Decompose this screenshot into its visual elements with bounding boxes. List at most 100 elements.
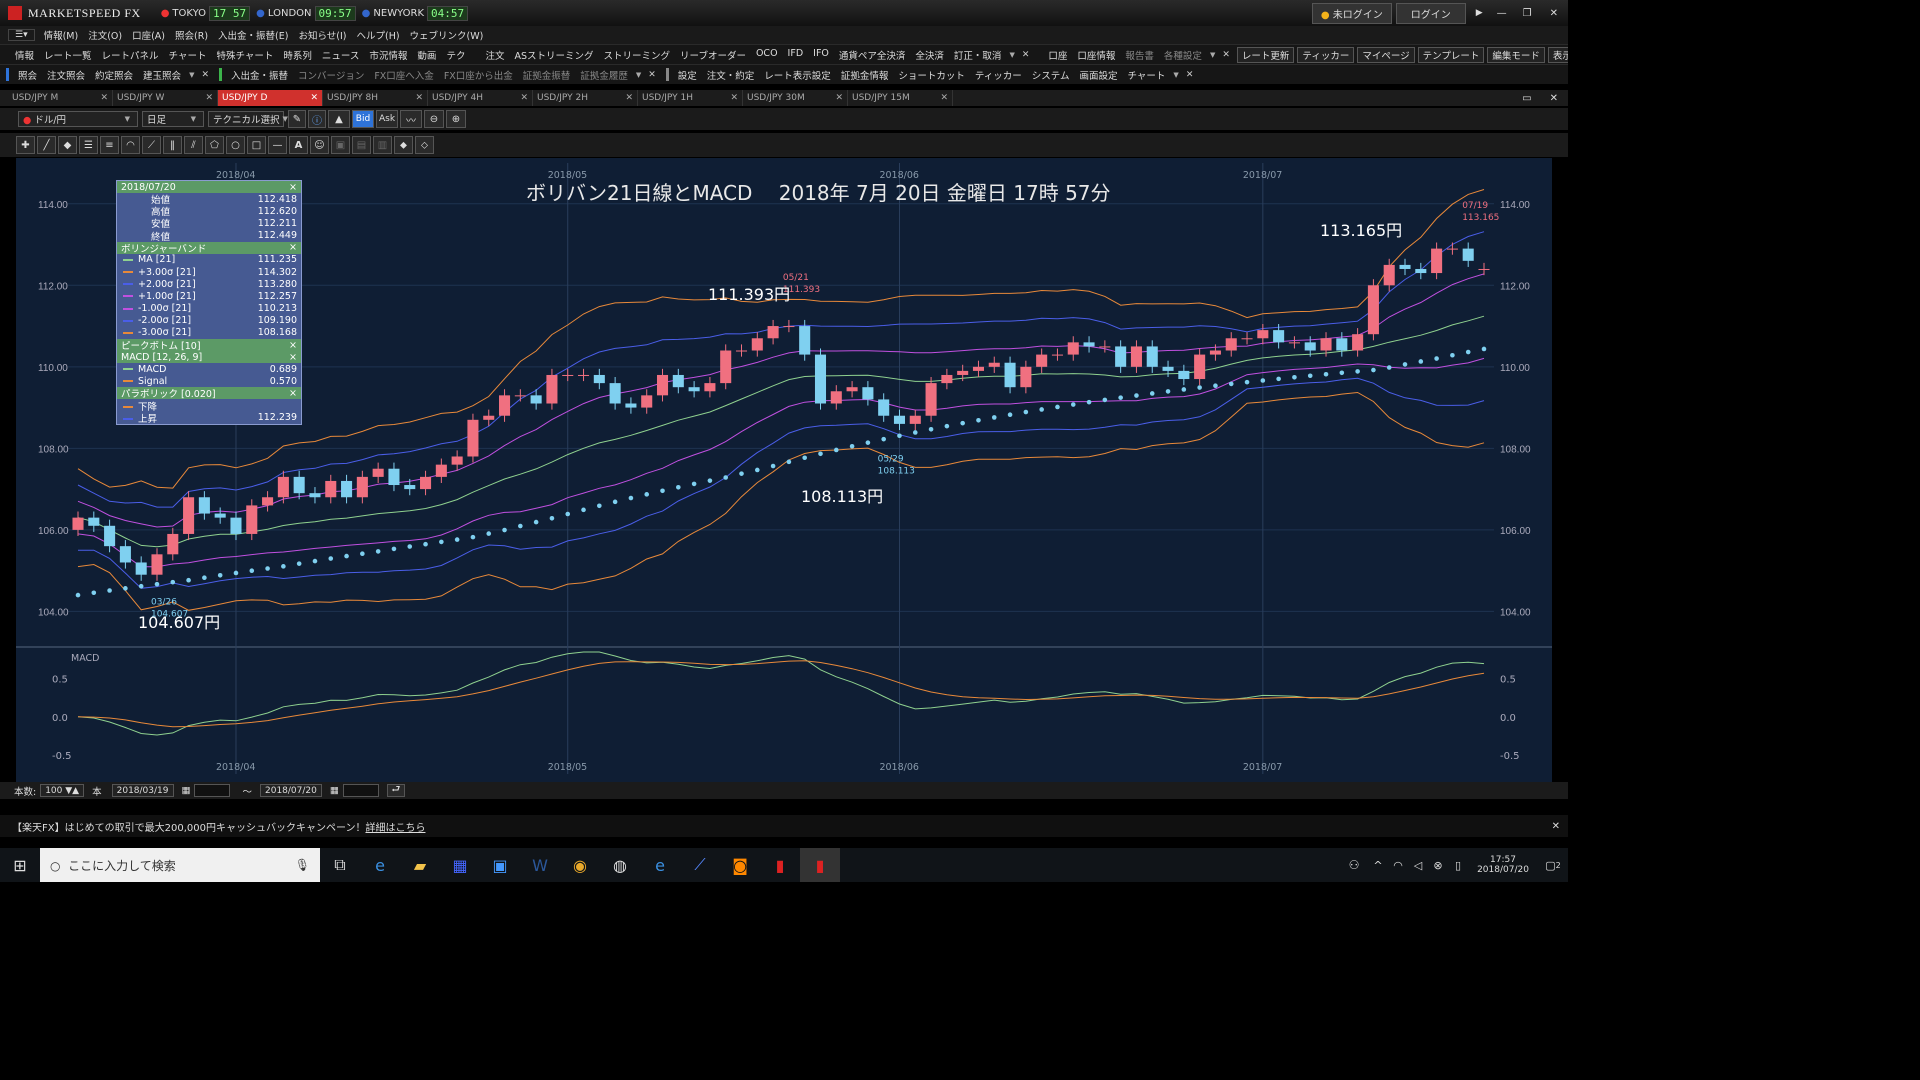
close-tab-icon[interactable]: ✕ [520, 93, 528, 103]
toolbar-item-toolbar2-settings-7[interactable]: 画面設定 [1075, 68, 1123, 82]
vertical-lines-icon[interactable]: ‖ [163, 136, 182, 154]
windows-start-icon[interactable]: ⊞ [0, 848, 40, 882]
pen-icon[interactable]: ✎ [288, 110, 306, 128]
tab-usd-jpy-15m-8[interactable]: USD/JPY 15M ✕ [848, 90, 953, 106]
count-select[interactable]: 100 ▼▲ [40, 784, 85, 797]
rectangle-icon[interactable]: □ [247, 136, 266, 154]
menu-item-5[interactable]: お知らせ(I) [293, 28, 351, 42]
copy-icon[interactable]: ▣ [331, 136, 350, 154]
paste-icon[interactable]: ▤ [352, 136, 371, 154]
menu-item-3[interactable]: 照会(R) [170, 28, 213, 42]
eraser2-icon[interactable]: ⬥ [394, 136, 413, 154]
line-style-icon[interactable]: 〰 [400, 110, 422, 128]
toolbar-item-toolbar1-order-2[interactable]: ストリーミング [599, 48, 676, 62]
menu-item-0[interactable]: 情報(M) [39, 28, 84, 42]
toolbar-item-toolbar2-settings-4[interactable]: ショートカット [893, 68, 970, 82]
clock[interactable]: 17:57 2018/07/20 [1468, 855, 1538, 875]
calendar-icon[interactable]: ▦ [182, 785, 191, 796]
circle-icon[interactable]: ○ [226, 136, 245, 154]
toolbar-item-toolbar2-transfer-0[interactable]: 入出金・振替 [226, 68, 293, 82]
close-peak-icon[interactable]: × [289, 340, 297, 351]
info-icon[interactable]: ⓘ [308, 110, 326, 128]
toolbar-item-toolbar1-info-6[interactable]: ニュース [317, 48, 365, 62]
toolbar-item-toolbar1-right-4[interactable]: 編集モード [1487, 46, 1545, 63]
menu-item-1[interactable]: 注文(O) [83, 28, 127, 42]
marketspeed-fx-icon[interactable]: ▮ [800, 848, 840, 882]
menu-item-6[interactable]: ヘルプ(H) [351, 28, 404, 42]
close-tab-icon[interactable]: ✕ [310, 93, 318, 103]
toolbar-item-toolbar2-settings-6[interactable]: システム [1027, 68, 1075, 82]
toolbar-item-toolbar1-info-4[interactable]: 特殊チャート [211, 48, 278, 62]
zoom-in-icon[interactable]: ⊕ [446, 110, 466, 128]
close-tab-icon[interactable]: ✕ [100, 93, 108, 103]
bid-button[interactable]: Bid [352, 110, 374, 128]
menu-item-4[interactable]: 入出金・振替(E) [213, 28, 293, 42]
menu-item-2[interactable]: 口座(A) [127, 28, 170, 42]
app-icon[interactable]: ◙ [720, 848, 760, 882]
volume-icon[interactable]: ◁ [1408, 848, 1428, 882]
close-tab-icon[interactable]: ✕ [835, 93, 843, 103]
tray-chevron-icon[interactable]: ^ [1368, 848, 1388, 882]
tab-usd-jpy-30m-7[interactable]: USD/JPY 30M ✕ [743, 90, 848, 106]
close-bb-icon[interactable]: × [289, 242, 297, 253]
crosshair-icon[interactable]: ✚ [16, 136, 35, 154]
hlines2-icon[interactable]: ≡ [100, 136, 119, 154]
pentagon-icon[interactable]: ⬠ [205, 136, 224, 154]
hamburger-icon[interactable]: ☰▾ [8, 29, 35, 41]
toolbar-item-toolbar1-account-1[interactable]: 口座情報 [1072, 48, 1120, 62]
trendline-icon[interactable]: ╱ [37, 136, 56, 154]
close-tab-icon[interactable]: ✕ [940, 93, 948, 103]
tab-usd-jpy-8h-3[interactable]: USD/JPY 8H ✕ [323, 90, 428, 106]
toolbar-item-toolbar1-order-3[interactable]: リーブオーダー [675, 48, 751, 62]
login-button[interactable]: ログイン [1395, 2, 1466, 24]
tab-usd-jpy-m-0[interactable]: USD/JPY M ✕ [8, 90, 113, 106]
horizontal-lines-icon[interactable]: ☰ [79, 136, 98, 154]
toolbar-item-toolbar1-account-0[interactable]: 口座 [1043, 48, 1072, 62]
toolbar-item-toolbar1-right-2[interactable]: マイページ [1357, 46, 1415, 63]
toolbar-item-toolbar1-right-0[interactable]: レート更新 [1236, 46, 1295, 63]
toolbar-item-toolbar1-info-1[interactable]: レート一覧 [39, 48, 97, 62]
toolbar-item-toolbar2-transfer-2[interactable]: FX口座へ入金 [369, 68, 438, 82]
toolbar-item-toolbar1-info-2[interactable]: レートパネル [97, 48, 164, 62]
tab-usd-jpy-d-2[interactable]: USD/JPY D ✕ [218, 90, 323, 106]
maximize-chart-button[interactable]: ▭ [1514, 93, 1539, 104]
toolbar-item-toolbar2-inquiry-1[interactable]: 注文照会 [42, 68, 90, 82]
minimize-button[interactable]: — [1489, 8, 1515, 19]
toolbar-item-toolbar1-info-8[interactable]: 動画 [412, 48, 441, 62]
toolbar-item-toolbar2-transfer-3[interactable]: FX口座から出金 [439, 68, 518, 82]
ask-button[interactable]: Ask [376, 110, 398, 128]
toolbar-item-toolbar1-right-1[interactable]: ティッカー [1297, 46, 1355, 63]
zoom-out-icon[interactable]: ⊖ [424, 110, 444, 128]
toolbar-item-toolbar1-right-3[interactable]: テンプレート [1417, 46, 1485, 63]
icon-stamp-icon[interactable]: ☺ [310, 136, 329, 154]
chart-type-icon[interactable]: ▲ [328, 110, 350, 128]
paint-icon[interactable]: ◍ [600, 848, 640, 882]
explorer-icon[interactable]: ▰ [400, 848, 440, 882]
toolbar-item-toolbar1-info-7[interactable]: 市況情報 [364, 48, 412, 62]
toolbar-item-toolbar2-settings-8[interactable]: チャート [1123, 68, 1171, 82]
close-tab-icon[interactable]: ✕ [415, 93, 423, 103]
fib-arc-icon[interactable]: ◠ [121, 136, 140, 154]
marketspeed-icon[interactable]: ▮ [760, 848, 800, 882]
from-date-input[interactable]: 2018/03/19 [111, 784, 174, 797]
toolbar-item-toolbar2-transfer-1[interactable]: コンバージョン [293, 68, 369, 82]
close-promo-button[interactable]: ✕ [1544, 821, 1568, 832]
ie-icon[interactable]: e [360, 848, 400, 882]
fan-icon[interactable]: ⟋ [142, 136, 161, 154]
toolbar-item-toolbar1-order-0[interactable]: 注文 [480, 48, 509, 62]
toolbar-item-toolbar2-settings-2[interactable]: レート表示設定 [759, 68, 836, 82]
close-tab-icon[interactable]: ✕ [730, 93, 738, 103]
toolbar-item-toolbar2-settings-0[interactable]: 設定 [673, 68, 702, 82]
network-icon[interactable]: ◠ [1388, 848, 1408, 882]
channel-icon[interactable]: ⫽ [184, 136, 203, 154]
promo-link[interactable]: 詳細はこちら [365, 819, 425, 834]
close-window-button[interactable]: ✕ [1540, 8, 1568, 19]
toolbar-item-toolbar1-info-9[interactable]: テク [441, 48, 470, 62]
toolbar-item-toolbar1-account-3[interactable]: 各種設定 [1159, 48, 1207, 62]
restore-button[interactable]: ❐ [1515, 8, 1540, 19]
security-icon[interactable]: ⊗ [1428, 848, 1448, 882]
toolbar-item-toolbar1-order-5[interactable]: IFD [783, 48, 809, 62]
toolbar-item-toolbar1-order-9[interactable]: 訂正・取消 [949, 48, 1007, 62]
tab-usd-jpy-w-1[interactable]: USD/JPY W ✕ [113, 90, 218, 106]
expand-icon[interactable]: ▶ [1470, 8, 1489, 18]
